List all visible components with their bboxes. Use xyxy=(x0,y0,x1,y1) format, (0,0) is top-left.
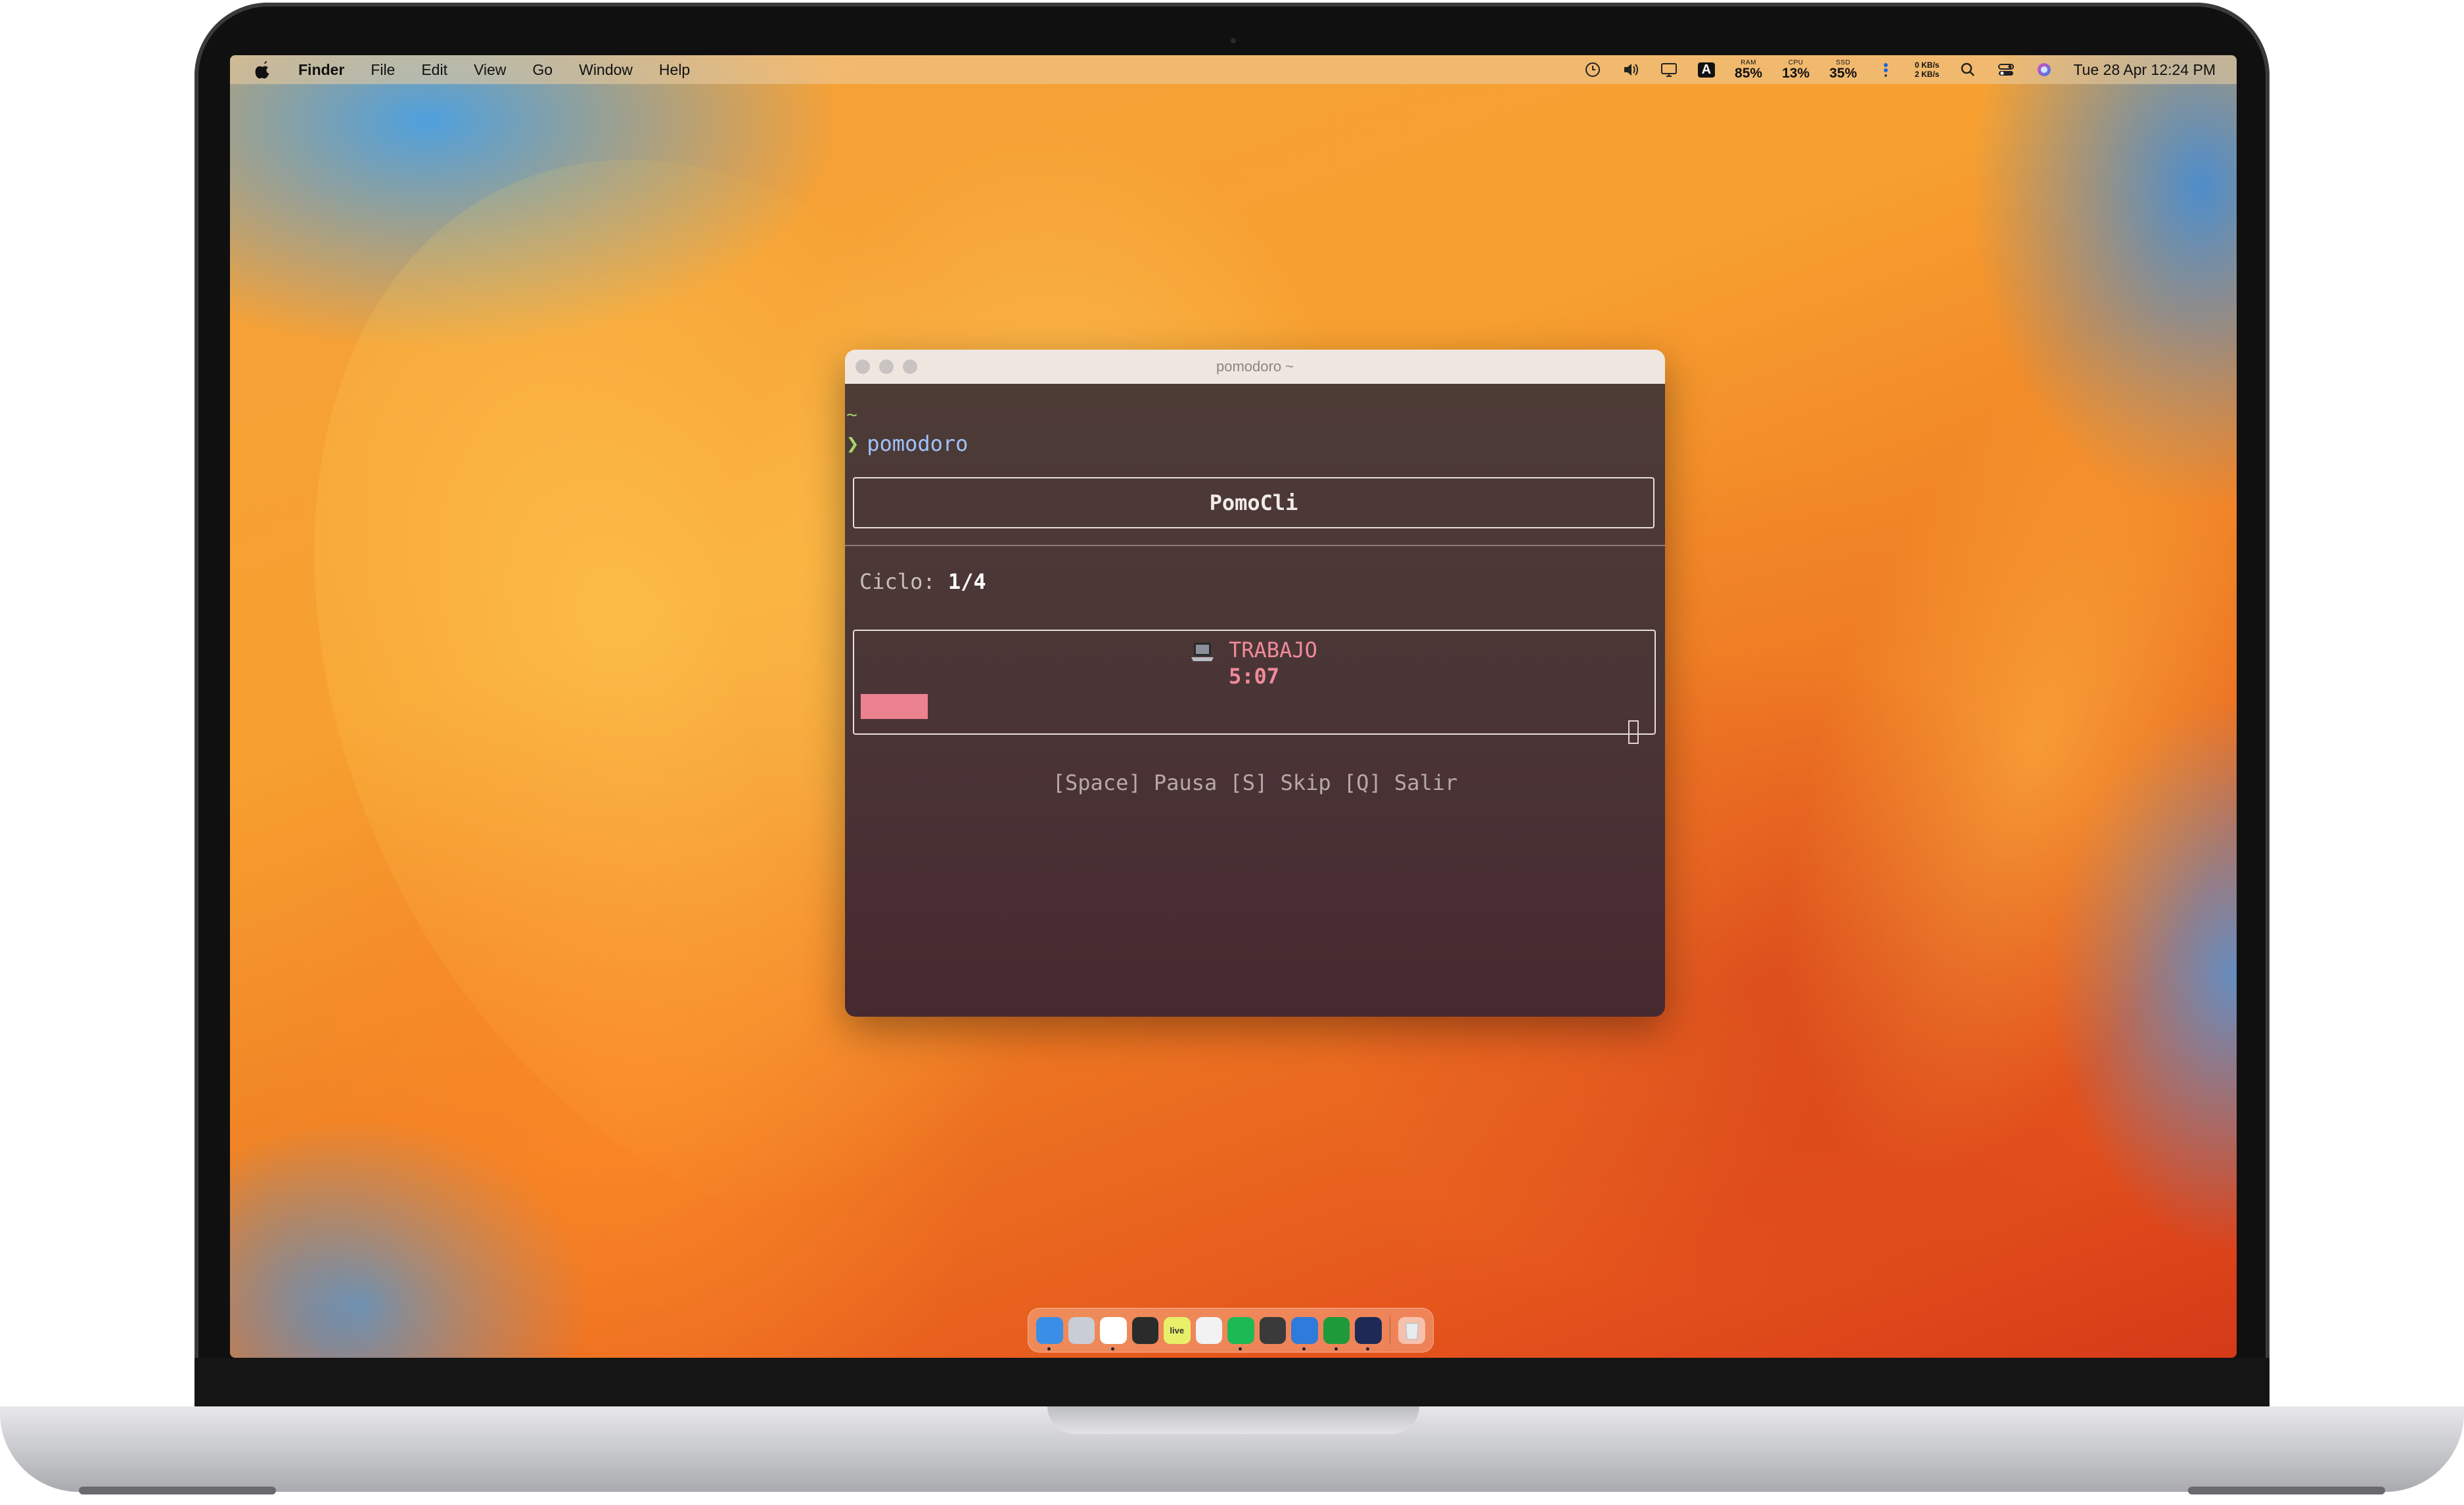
terminal-title: pomodoro ~ xyxy=(1216,358,1294,375)
pencil-app-icon[interactable] xyxy=(1291,1316,1318,1351)
menu-help[interactable]: Help xyxy=(659,61,690,79)
wallpaper-petal xyxy=(1652,203,2237,1287)
working-directory: ~ xyxy=(846,404,857,425)
terminal-body[interactable]: ~ ❯ pomodoro PomoCli Ciclo: 1/4 TRABAJO 5… xyxy=(845,384,1665,1017)
ssd-value: 35% xyxy=(1829,65,1858,81)
phase-label: TRABAJO xyxy=(1229,637,1317,662)
keyboard-input-indicator[interactable]: A xyxy=(1697,62,1716,78)
running-indicator xyxy=(1239,1347,1242,1351)
volume-icon[interactable] xyxy=(1622,60,1640,79)
divider xyxy=(845,545,1665,546)
prompt-arrow: ❯ xyxy=(846,431,859,456)
control-center-icon[interactable] xyxy=(1997,60,2015,79)
cycle-line: Ciclo: 1/4 xyxy=(859,569,986,594)
menu-bar: Finder File Edit View Go Window Help A R… xyxy=(230,55,2237,84)
laptop-foot-left xyxy=(79,1487,276,1494)
dock: live xyxy=(1028,1308,1434,1353)
cpu-value: 13% xyxy=(1782,65,1810,81)
trash-icon[interactable] xyxy=(1398,1316,1425,1344)
progress-fill xyxy=(861,694,928,719)
menu-go[interactable]: Go xyxy=(532,61,553,79)
app-header: PomoCli xyxy=(853,477,1654,528)
status-dots-icon[interactable] xyxy=(1877,60,1895,79)
running-indicator xyxy=(1111,1347,1114,1351)
prompt-line: ❯ pomodoro xyxy=(846,431,968,456)
ram-label: RAM xyxy=(1741,58,1756,66)
green-a-icon[interactable] xyxy=(1323,1316,1350,1351)
menu-view[interactable]: View xyxy=(474,61,506,79)
spotify-icon[interactable] xyxy=(1227,1316,1254,1351)
menu-file[interactable]: File xyxy=(371,61,395,79)
xcode-instruments-icon[interactable] xyxy=(1355,1316,1382,1351)
running-indicator xyxy=(1366,1347,1369,1351)
desktop-screen: Finder File Edit View Go Window Help A R… xyxy=(230,55,2237,1358)
key-hints: [Space] Pausa [S] Skip [Q] Salir xyxy=(1052,770,1458,795)
command-text: pomodoro xyxy=(867,431,969,456)
terminal-cursor xyxy=(1628,720,1639,744)
laptop-icon xyxy=(1191,640,1214,664)
focus-timer-icon[interactable] xyxy=(1584,60,1602,79)
cycle-label: Ciclo: xyxy=(859,569,936,594)
camera xyxy=(1231,38,1236,43)
shortcuts-icon[interactable] xyxy=(1259,1316,1286,1344)
notes-editor-icon[interactable] xyxy=(1131,1316,1158,1344)
dock-separator xyxy=(1389,1316,1391,1345)
clock[interactable]: Tue 28 Apr 12:24 PM xyxy=(2073,61,2216,79)
spotlight-search-icon[interactable] xyxy=(1959,60,1977,79)
dock-app-label: live xyxy=(1170,1325,1185,1335)
network-down: 2 KB/s xyxy=(1915,70,1940,79)
cpu-stat[interactable]: CPU 13% xyxy=(1782,58,1810,81)
laptop-foot-right xyxy=(2188,1487,2385,1494)
apple-logo-icon[interactable] xyxy=(255,60,272,80)
menu-app-name[interactable]: Finder xyxy=(298,61,344,79)
pastebot-icon[interactable] xyxy=(1195,1316,1222,1344)
timer-panel: TRABAJO 5:07 xyxy=(853,630,1656,735)
ssd-stat[interactable]: SSD 35% xyxy=(1829,58,1858,81)
cpu-label: CPU xyxy=(1788,58,1804,66)
ram-stat[interactable]: RAM 85% xyxy=(1735,58,1763,81)
bottom-bezel xyxy=(194,1358,2270,1409)
display-icon[interactable] xyxy=(1660,60,1678,79)
network-up: 0 KB/s xyxy=(1915,60,1940,70)
time-remaining: 5:07 xyxy=(1229,664,1280,689)
terminal-window[interactable]: pomodoro ~ ~ ❯ pomodoro PomoCli Ciclo: 1/… xyxy=(845,350,1665,1017)
finder-icon[interactable] xyxy=(1036,1316,1063,1351)
freeform-icon[interactable] xyxy=(1100,1316,1127,1351)
cycle-value: 1/4 xyxy=(947,569,986,594)
menu-edit[interactable]: Edit xyxy=(421,61,447,79)
lid-notch xyxy=(1047,1406,1419,1434)
siri-icon[interactable] xyxy=(2035,60,2053,79)
ssd-label: SSD xyxy=(1836,58,1851,66)
running-indicator xyxy=(1302,1347,1306,1351)
running-indicator xyxy=(1334,1347,1338,1351)
live-icon[interactable]: live xyxy=(1164,1316,1191,1344)
running-indicator xyxy=(1047,1347,1051,1351)
ram-value: 85% xyxy=(1735,65,1763,81)
network-stat[interactable]: 0 KB/s 2 KB/s xyxy=(1915,60,1939,79)
terminal-titlebar[interactable]: pomodoro ~ xyxy=(845,350,1665,384)
progress-track xyxy=(861,694,1647,719)
launchpad-icon[interactable] xyxy=(1068,1316,1095,1344)
menu-window[interactable]: Window xyxy=(579,61,633,79)
